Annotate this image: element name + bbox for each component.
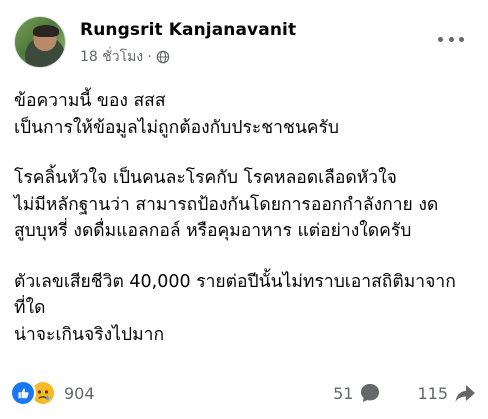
post-line: ที่ใด	[14, 298, 46, 318]
post-footer: 904 51 115	[10, 378, 476, 408]
post-meta: 18 ชั่วโมง ·	[80, 46, 170, 68]
globe-icon[interactable]	[156, 50, 170, 64]
post-line: สูบบุหรี่ งดดื่มแอลกอล์ หรือคุมอาหาร แต่…	[14, 221, 412, 241]
avatar[interactable]	[14, 16, 66, 68]
post-line: ไม่มีหลักฐานว่า สามารถป้องกันโดยการออกกำ…	[14, 194, 439, 215]
facebook-post: Rungsrit Kanjanavanit 18 ชั่วโมง · ข้อคว…	[0, 0, 488, 419]
share-icon[interactable]	[454, 382, 476, 404]
post-line: โรคลิ้นหัวใจ เป็นคนละโรคกับ โรคหลอดเลือด…	[14, 168, 397, 188]
post-line: น่าจะเกินจริงไปมาก￼	[14, 324, 165, 345]
author-name[interactable]: Rungsrit Kanjanavanit	[80, 20, 296, 40]
post-line: ตัวเลขเสียชีวิต 40,000 รายต่อปีนั้นไม่ทร…	[14, 271, 456, 292]
share-count[interactable]: 115	[417, 384, 448, 403]
post-body: ข้อความนี้ ของ สสส เป็นการให้ข้อมูลไม่ถู…	[14, 88, 476, 348]
post-line: เป็นการให้ข้อมูลไม่ถูกต้องกับประชาชนครับ	[14, 117, 340, 138]
comment-count[interactable]: 51	[333, 384, 353, 403]
engagement-stats: 51 115	[333, 382, 476, 404]
post-header: Rungsrit Kanjanavanit 18 ชั่วโมง ·	[14, 14, 474, 70]
more-options-icon[interactable]	[438, 32, 464, 46]
reactions-summary[interactable]: 904	[10, 380, 95, 406]
post-line: ข้อความนี้ ของ สสส	[14, 91, 166, 111]
post-time[interactable]: 18 ชั่วโมง	[80, 46, 143, 68]
reaction-count: 904	[64, 383, 95, 403]
comment-icon[interactable]	[359, 382, 381, 404]
like-icon	[10, 380, 36, 406]
meta-separator: ·	[147, 49, 152, 65]
